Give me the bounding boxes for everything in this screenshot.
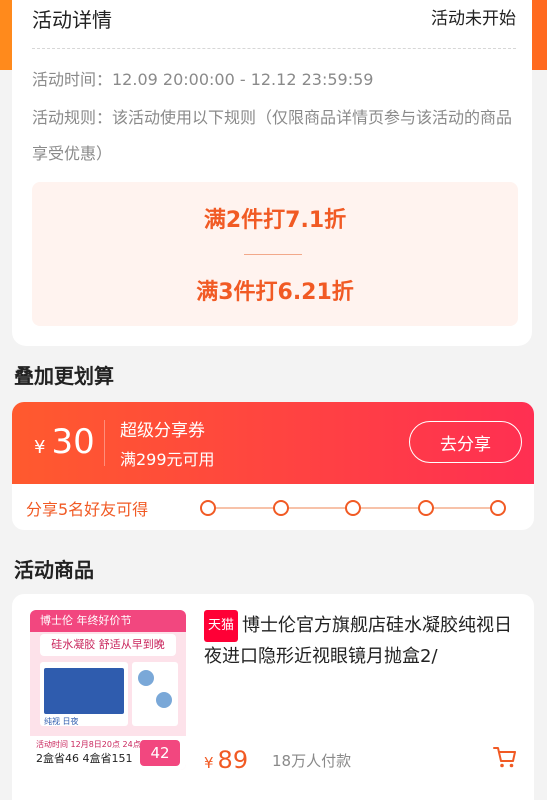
coupon-value: 30 xyxy=(51,422,95,462)
progress-dot xyxy=(200,500,216,516)
product-card[interactable]: 博士伦 年终好价节 硅水凝胶 舒适从早到晚 纯视 日夜 活动时间 12月8日20… xyxy=(12,594,534,800)
image-header: 博士伦 年终好价节 xyxy=(30,610,186,632)
products-section-title: 活动商品 xyxy=(14,558,94,582)
discount-tier: 满3件打6.21折 xyxy=(196,280,354,305)
tmall-badge: 天猫 xyxy=(204,610,239,642)
coupon-header: ¥ 30 超级分享券 满299元可用 去分享 xyxy=(12,402,534,484)
coupon-separator xyxy=(104,420,105,466)
discount-tiers-box: 满2件打7.1折 满3件打6.21折 xyxy=(32,182,518,326)
lens-icon xyxy=(138,670,154,686)
activity-detail-card: 活动详情 活动未开始 活动时间：12.09 20:00:00 - 12.12 2… xyxy=(12,0,532,346)
divider xyxy=(32,48,516,49)
coupon-condition: 满299元可用 xyxy=(120,450,215,469)
activity-status: 活动未开始 xyxy=(431,9,516,29)
progress-dot xyxy=(417,500,434,516)
coupon-amount: ¥ 30 xyxy=(34,422,95,462)
activity-detail-title: 活动详情 xyxy=(32,8,112,32)
coupon-card: ¥ 30 超级分享券 满299元可用 去分享 分享5名好友可得 xyxy=(12,402,534,530)
image-footer-offer: 2盒省46 4盒省151 xyxy=(36,752,133,765)
image-title: 硅水凝胶 舒适从早到晚 xyxy=(40,634,176,656)
share-button[interactable]: 去分享 xyxy=(409,421,522,463)
product-title[interactable]: 天猫 博士伦官方旗舰店硅水凝胶纯视日夜进口隐形近视眼镜月抛盒2/ xyxy=(204,610,522,672)
activity-time: 活动时间：12.09 20:00:00 - 12.12 23:59:59 xyxy=(32,70,374,89)
progress-dot xyxy=(490,500,506,516)
product-box: 纯视 日夜 xyxy=(40,662,128,726)
currency-symbol: ¥ xyxy=(204,754,214,772)
coupon-name: 超级分享券 xyxy=(120,421,205,441)
product-title-text: 博士伦官方旗舰店硅水凝胶纯视日夜进口隐形近视眼镜月抛盒2/ xyxy=(204,615,513,667)
lens-illustration xyxy=(132,662,178,726)
product-image[interactable]: 博士伦 年终好价节 硅水凝胶 舒适从早到晚 纯视 日夜 活动时间 12月8日20… xyxy=(30,610,186,770)
product-price: ¥ 89 xyxy=(204,746,248,774)
progress-dot xyxy=(345,500,361,516)
currency-symbol: ¥ xyxy=(34,437,46,458)
discount-tier: 满2件打7.1折 xyxy=(203,208,347,233)
image-footer-note: 活动时间 12月8日20点 24点前 xyxy=(36,740,149,749)
cart-icon[interactable] xyxy=(492,744,518,770)
sales-count: 18万人付款 xyxy=(272,752,352,770)
activity-rule: 活动规则：该活动使用以下规则（仅限商品详情页参与该活动的商品享受优惠） xyxy=(32,108,513,163)
price-value: 89 xyxy=(217,746,249,774)
box-label: 纯视 日夜 xyxy=(44,717,79,726)
image-footer: 活动时间 12月8日20点 24点前 2盒省46 4盒省151 42 xyxy=(30,736,186,770)
stack-section-title: 叠加更划算 xyxy=(14,364,114,388)
tier-divider xyxy=(244,254,302,255)
lens-icon xyxy=(156,692,172,708)
image-price-badge: 42 xyxy=(140,740,180,766)
share-progress xyxy=(200,500,506,516)
progress-dot xyxy=(272,500,289,516)
share-requirement: 分享5名好友可得 xyxy=(26,500,149,519)
box-front xyxy=(44,668,124,714)
